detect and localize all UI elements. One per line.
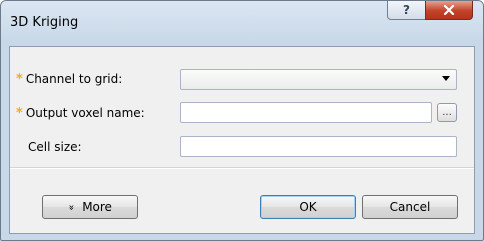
ok-button-label: OK <box>299 200 317 214</box>
separator <box>10 167 474 169</box>
cell-size-label: Cell size: <box>28 140 82 154</box>
close-button[interactable] <box>425 1 473 20</box>
more-button[interactable]: » More <box>42 195 138 219</box>
help-button[interactable]: ? <box>387 1 426 20</box>
window-title: 3D Kriging <box>10 15 79 30</box>
more-button-label: More <box>82 200 112 214</box>
kriging-dialog: 3D Kriging ? * Channel to grid: * Output… <box>0 0 484 241</box>
cancel-button[interactable]: Cancel <box>362 195 458 219</box>
ok-button[interactable]: OK <box>260 195 356 219</box>
help-icon: ? <box>403 3 410 17</box>
output-voxel-label: Output voxel name: <box>25 106 145 120</box>
channel-label: Channel to grid: <box>25 72 123 86</box>
output-label-row: * Output voxel name: <box>16 104 145 122</box>
cell-size-input[interactable] <box>180 136 457 157</box>
dialog-body: * Channel to grid: * Output voxel name: … <box>9 46 475 234</box>
output-voxel-input[interactable] <box>180 102 432 123</box>
chevron-down-icon <box>442 76 450 81</box>
close-icon <box>443 5 455 15</box>
ellipsis-icon: ... <box>442 107 452 118</box>
cancel-button-label: Cancel <box>389 200 431 214</box>
required-marker: * <box>16 71 23 87</box>
required-marker: * <box>16 105 23 121</box>
browse-button[interactable]: ... <box>437 103 457 122</box>
double-chevron-down-icon: » <box>65 203 77 211</box>
channel-dropdown[interactable] <box>180 69 457 90</box>
channel-label-row: * Channel to grid: <box>16 70 122 88</box>
title-bar[interactable]: 3D Kriging ? <box>1 1 483 45</box>
